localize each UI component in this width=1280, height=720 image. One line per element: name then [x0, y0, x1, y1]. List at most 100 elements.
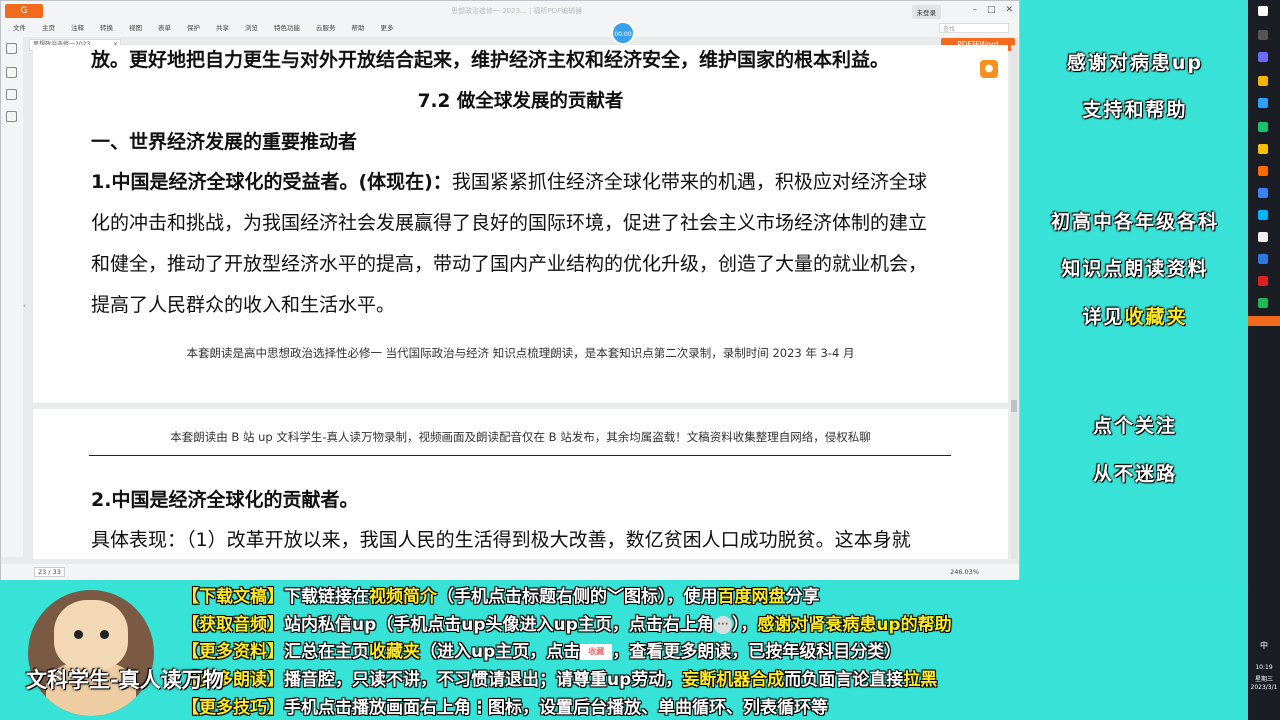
ime-indicator[interactable]: 中: [1248, 640, 1280, 651]
banner-highlight: 拉黑: [903, 670, 938, 690]
close-icon[interactable]: ✕: [1005, 5, 1013, 15]
record-indicator: 00:00: [611, 21, 635, 45]
banner-highlight: 百度网盘: [717, 587, 786, 607]
header-divider: [89, 455, 951, 456]
menu-browse[interactable]: 浏览: [245, 22, 258, 32]
windows-taskbar: 中 10:19 星期三 2023/3/1: [1248, 0, 1280, 720]
heading-1: 一、世界经济发展的重要推动者: [91, 131, 358, 153]
app-icon-2[interactable]: [1258, 76, 1268, 86]
window-controls: – □ ✕: [972, 5, 1013, 15]
menu-more[interactable]: 更多: [381, 22, 394, 32]
start-icon[interactable]: [1258, 6, 1268, 16]
promo-line-6: 点个关注: [1092, 415, 1177, 437]
app-icon-9[interactable]: [1258, 232, 1268, 242]
menu-features[interactable]: 特色功能: [274, 22, 300, 32]
app-logo[interactable]: G: [5, 4, 43, 18]
clock-weekday: 星期三: [1254, 676, 1273, 683]
banner-text: ，查看更多朗读，已按年级科目分类）: [612, 642, 902, 662]
banner-line-tips: 【更多技巧】手机点击播放画面右上角⋮图标，设置后台播放、单曲循环、列表循环等: [182, 693, 828, 718]
banner-line-download: 【下载文稿】下载链接在视频简介（手机点击标题右侧的﹀图标），使用百度网盘分享: [182, 582, 820, 607]
promo-line-5: 详见收藏夹: [1022, 302, 1248, 329]
menu-file[interactable]: 文件: [13, 22, 26, 32]
section-title: 7.2 做全球发展的贡献者: [417, 91, 624, 112]
status-bar: 23 / 33 246.03%: [1, 564, 1019, 580]
app-icon-5[interactable]: [1258, 144, 1268, 154]
page-header-note: 本套朗读由 B 站 up 文科学生-真人读万物录制，视频画面及朗读配音仅在 B …: [170, 430, 871, 444]
banner-text: 分享: [785, 587, 820, 607]
banner-text: 汇总在主页: [284, 642, 369, 662]
channel-avatar: [28, 590, 154, 716]
app-icon-3[interactable]: [1258, 98, 1268, 108]
comment-icon[interactable]: [6, 111, 17, 122]
banner-text: 站内私信up（手机点击up头像进入up主页，点击右上角: [284, 615, 714, 635]
maximize-icon[interactable]: □: [987, 5, 996, 15]
page-top-line: 放。更好地把自力更生与对外开放结合起来，维护经济主权和经济安全，维护国家的根本利…: [91, 49, 890, 71]
zoom-level[interactable]: 246.03%: [950, 568, 979, 576]
promo-line-2: 支持和帮助: [1082, 99, 1188, 121]
menu-annotate[interactable]: 注释: [71, 22, 84, 32]
banner-text: 播音腔，只读不讲，不习惯请退出；请尊重up劳动，: [284, 670, 683, 690]
login-button[interactable]: 未登录: [911, 5, 941, 19]
menu-convert[interactable]: 转换: [100, 22, 113, 32]
menu-home[interactable]: 主页: [42, 22, 55, 32]
app-icon-11[interactable]: [1258, 276, 1268, 286]
app-icon-10[interactable]: [1258, 254, 1268, 264]
promo-line-5a: 详见: [1082, 306, 1125, 328]
search-input[interactable]: 查找: [939, 23, 1009, 33]
menu-share[interactable]: 共享: [216, 22, 229, 32]
minimize-icon[interactable]: –: [972, 5, 977, 15]
hint-icon[interactable]: ●: [980, 60, 998, 78]
sidebar-collapse-icon[interactable]: ‹: [23, 301, 26, 310]
banner-highlight: 收藏夹: [369, 642, 420, 662]
avatar-head: [54, 600, 128, 670]
avatar-eye-right: [100, 630, 109, 639]
banner-highlight: 视频简介: [369, 587, 437, 607]
promo-line-5b: 收藏夹: [1124, 306, 1188, 328]
video-frame: G 思想政治选修一 2023... | 福昕PDF编辑器 文件 主页 注释 转换…: [0, 0, 1280, 720]
banner-line-resources: 【更多资料】汇总在主页收藏夹（进入up主页，点击 收藏 ，查看更多朗读，已按年级科目…: [182, 637, 901, 662]
vertical-dots-icon: ⋮: [471, 698, 488, 718]
banner-text: 图标），使用: [624, 587, 718, 607]
page-footer-note: 本套朗读是高中思想政治选择性必修一 当代国际政治与经济 知识点梳理朗读，是本套知…: [186, 346, 855, 360]
vertical-scrollbar[interactable]: [1011, 45, 1017, 559]
menu-form[interactable]: 表单: [158, 22, 171, 32]
para1-line2: 化的冲击和挑战，为我国经济社会发展赢得了良好的国际环境，促进了社会主义市场经济体…: [91, 212, 928, 234]
app-icon-6[interactable]: [1258, 166, 1268, 176]
app-icon-1[interactable]: [1258, 52, 1268, 62]
heading-2: 2.中国是经济全球化的贡献者。: [91, 489, 359, 511]
app-icon-7[interactable]: [1258, 188, 1268, 198]
title-bar: G 思想政治选修一 2023... | 福昕PDF编辑器 文件 主页 注释 转换…: [1, 1, 1019, 37]
more-dots-icon: ···: [713, 616, 732, 634]
avatar-eye-left: [74, 630, 83, 639]
menu-view[interactable]: 视图: [129, 22, 142, 32]
banner-highlight: 妄断机器合成: [682, 670, 785, 690]
para1-line1-text: 我国紧紧抓住经济全球化带来的机遇，积极应对经济全球: [451, 171, 927, 193]
banner-tag-tips: 【更多技巧】: [182, 698, 284, 718]
para1-line1: 1.中国是经济全球化的受益者。(体现在)：我国紧紧抓住经济全球化带来的机遇，积极…: [91, 167, 927, 194]
app-icon-4[interactable]: [1258, 122, 1268, 132]
pages-icon[interactable]: [6, 89, 17, 100]
menu-help[interactable]: 帮助: [352, 22, 365, 32]
app-icon-12[interactable]: [1258, 298, 1268, 308]
edit-icon[interactable]: [6, 43, 17, 54]
banner-tag-audio: 【获取音频】: [182, 615, 284, 635]
banner-line-reading: 【更多朗读】播音腔，只读不讲，不习惯请退出；请尊重up劳动，妄断机器合成而负面言…: [182, 665, 937, 690]
app-icon-8[interactable]: [1258, 210, 1268, 220]
scrollbar-thumb[interactable]: [1011, 400, 1017, 412]
bookmark-icon[interactable]: [6, 67, 17, 78]
banner-tag-download: 【下载文稿】: [182, 587, 284, 607]
window-title: 思想政治选修一 2023... | 福昕PDF编辑器: [451, 7, 583, 15]
promo-line-7: 从不迷路: [1092, 463, 1177, 485]
page-number-input[interactable]: 23 / 33: [34, 567, 65, 577]
banner-line-audio: 【获取音频】站内私信up（手机点击up头像进入up主页，点击右上角 ··· ），感谢…: [182, 610, 952, 635]
menu-cloud[interactable]: 云服务: [316, 22, 336, 32]
clock-time[interactable]: 10:19: [1248, 664, 1280, 671]
banner-text: ），: [731, 615, 758, 635]
search-icon[interactable]: [1258, 30, 1268, 40]
menu-protect[interactable]: 保护: [187, 22, 200, 32]
banner-text: 手机点击播放画面右上角: [284, 698, 471, 718]
active-app-icon[interactable]: [1248, 316, 1280, 326]
banner-text: 下载链接在: [284, 587, 369, 607]
pdf-page-next: 本套朗读由 B 站 up 文科学生-真人读万物录制，视频画面及朗读配音仅在 B …: [33, 409, 1008, 559]
favorites-badge: 收藏: [580, 644, 613, 660]
